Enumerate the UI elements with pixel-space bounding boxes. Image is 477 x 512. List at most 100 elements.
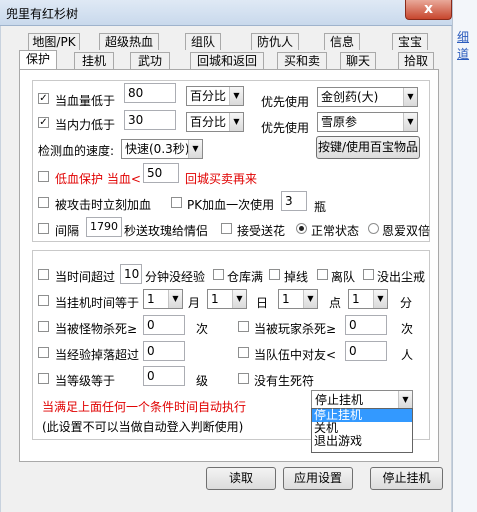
tab-map-pk[interactable]: 地图/PK [28,33,80,50]
month-label: 月 [188,296,201,310]
hp-value-input[interactable]: 80 [124,83,176,103]
hp-unit-select[interactable]: 百分比 ▼ [186,86,244,106]
no-ring-checkbox[interactable] [363,269,374,280]
interval-input[interactable]: 1790 [86,217,122,237]
auto-execute-label: 当满足上面任何一个条件时间自动执行 [42,400,247,414]
chevron-down-icon: ▼ [229,113,243,131]
hotkey-use-item-button[interactable]: 按键/使用百宝物品 [316,136,420,159]
time-label: 当时间超过 [55,270,116,284]
mp-value-input[interactable]: 30 [124,110,176,130]
select-value: 金创药(大) [321,90,379,104]
speed-select[interactable]: 快速(0.3秒) ▼ [121,139,203,159]
hit-heal-label: 被攻击时立刻加血 [55,198,152,212]
apply-settings-button[interactable]: 应用设置 [283,467,353,490]
pk-heal-input[interactable]: 3 [281,191,307,211]
low-blood-input[interactable]: 50 [143,163,179,183]
tab-info[interactable]: 信息 [324,33,360,50]
hit-heal-checkbox[interactable] [38,197,49,208]
hp-priority-label: 优先使用 [261,95,310,109]
low-blood-checkbox[interactable] [38,171,49,182]
love-double-radio[interactable] [368,223,379,234]
time-checkbox[interactable] [38,269,49,280]
chevron-down-icon: ▼ [373,290,387,308]
exp-drop-checkbox[interactable] [38,347,49,358]
normal-state-label: 正常状态 [311,224,360,238]
warehouse-label: 仓库满 [227,270,264,284]
mp-low-checkbox[interactable]: ✓ [38,117,49,128]
level-input[interactable]: 0 [143,366,185,386]
leave-team-checkbox[interactable] [317,269,328,280]
hang-time-checkbox[interactable] [38,295,49,306]
exp-drop-input[interactable]: 0 [143,341,185,361]
enemy-checkbox[interactable] [238,347,249,358]
leave-team-label: 离队 [331,270,356,284]
background-link[interactable]: 细道 [457,28,477,62]
tab-label: 回城和返回 [196,54,257,68]
select-value: 百分比 [190,115,227,129]
monster-kill-input[interactable]: 0 [143,315,185,335]
time-input[interactable]: 10 [120,264,142,284]
tab-label: 买和卖 [283,54,320,68]
tab-protect[interactable]: 保护 [19,50,57,69]
tab-label: 地图/PK [32,35,76,49]
level-label: 当等级等于 [55,374,116,388]
tab-hang[interactable]: 挂机 [74,52,114,69]
title-bar[interactable]: 兜里有红杉树 [0,0,452,26]
dropdown-option-exit-game[interactable]: 退出游戏 [312,435,412,448]
no-ring-label: 没出尘戒 [377,270,426,284]
accept-flower-checkbox[interactable] [221,223,232,234]
normal-state-radio[interactable] [296,223,307,234]
monster-kill-checkbox[interactable] [38,321,49,332]
chevron-down-icon: ▼ [168,290,182,308]
select-value: 百分比 [190,89,227,103]
tab-super-blood[interactable]: 超级热血 [99,33,159,50]
exp-drop-label: 当经验掉落超过 [55,348,140,362]
select-value: 快速(0.3秒) [125,142,190,156]
tab-return-city[interactable]: 回城和返回 [190,52,264,69]
level-checkbox[interactable] [38,373,49,384]
tab-chat[interactable]: 聊天 [340,52,376,69]
player-kill-checkbox[interactable] [238,321,249,332]
hp-low-checkbox[interactable]: ✓ [38,93,49,104]
enemy-input[interactable]: 0 [345,341,387,361]
action-select[interactable]: 停止挂机 ▼ [311,390,413,409]
warehouse-checkbox[interactable] [213,269,224,280]
tab-pet[interactable]: 宝宝 [392,33,428,50]
month-select[interactable]: 1 ▼ [143,289,183,309]
hour-label: 点 [329,296,342,310]
window-title: 兜里有红杉树 [6,7,79,21]
mp-unit-select[interactable]: 百分比 ▼ [186,112,244,132]
time-suffix: 分钟没经验 [145,270,206,284]
no-life-checkbox[interactable] [238,373,249,384]
tab-pickup[interactable]: 拾取 [398,52,434,69]
note-label: (此设置不可以当做自动登入判断使用) [42,420,244,434]
close-icon: x [423,1,434,17]
tab-label: 宝宝 [397,35,422,49]
read-button[interactable]: 读取 [206,467,276,490]
minute-select[interactable]: 1 ▼ [348,289,388,309]
interval-checkbox[interactable] [38,223,49,234]
pk-heal-checkbox[interactable] [171,197,182,208]
monster-kill-label: 当被怪物杀死≥ [55,322,138,336]
tab-team[interactable]: 组队 [185,33,221,50]
hp-low-label: 当血量低于 [55,94,116,108]
tab-label: 拾取 [403,54,428,68]
mp-priority-label: 优先使用 [261,121,310,135]
select-value: 1 [282,292,290,306]
stop-hang-button[interactable]: 停止挂机 [370,467,443,490]
mp-item-select[interactable]: 雪原参 ▼ [317,112,418,132]
chevron-down-icon: ▼ [303,290,317,308]
low-blood-label: 低血保护 当血< [55,172,141,186]
offline-checkbox[interactable] [269,269,280,280]
tab-buy-sell[interactable]: 买和卖 [277,52,327,69]
tab-skill[interactable]: 武功 [130,52,170,69]
hour-select[interactable]: 1 ▼ [278,289,318,309]
hp-item-select[interactable]: 金创药(大) ▼ [317,87,418,107]
tab-enemy[interactable]: 防仇人 [251,33,299,50]
speed-label: 检测血的速度: [38,144,115,158]
day-select[interactable]: 1 ▼ [207,289,247,309]
minute-label: 分 [400,296,413,310]
close-button[interactable]: x [405,0,452,20]
action-dropdown-list[interactable]: 停止挂机 关机 退出游戏 [311,408,413,453]
player-kill-input[interactable]: 0 [345,315,387,335]
